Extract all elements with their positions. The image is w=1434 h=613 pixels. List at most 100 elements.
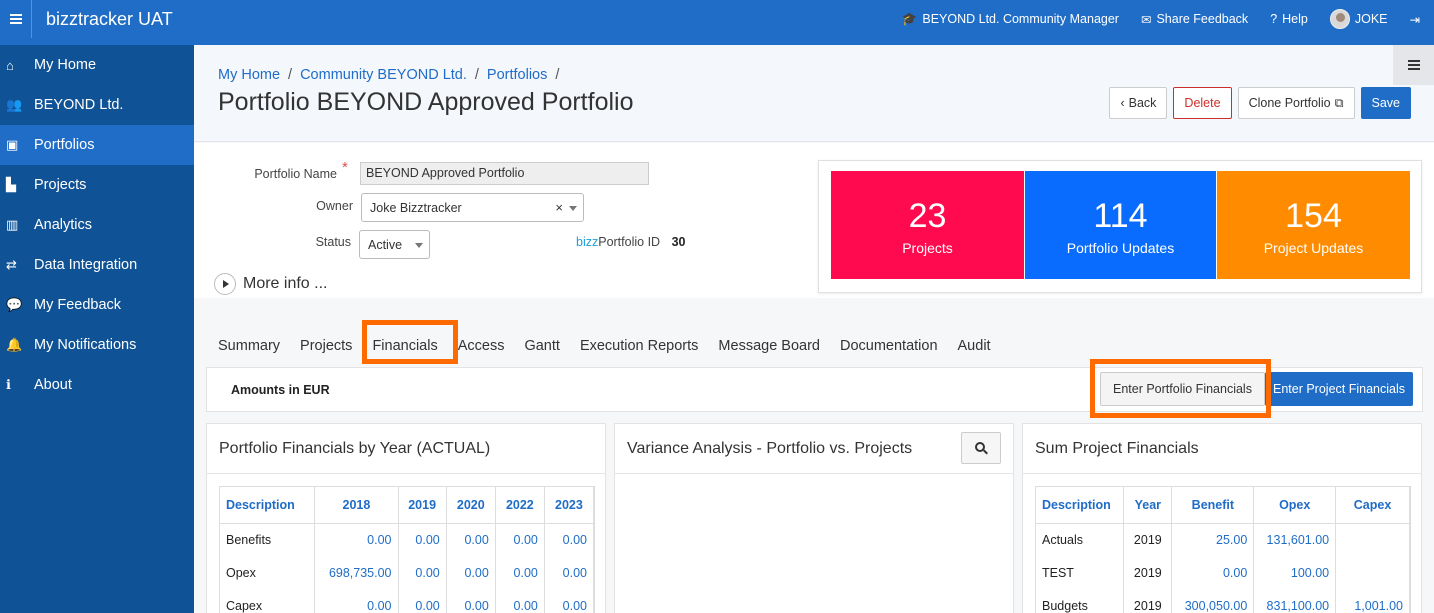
owner-value: Joke Bizztracker [370, 201, 462, 215]
table-cell: TEST [1036, 556, 1125, 589]
table-cell[interactable]: 0.00 [1171, 556, 1255, 589]
table-cell[interactable]: 0.00 [495, 556, 545, 589]
home-icon: ⌂ [6, 57, 14, 73]
owner-select[interactable]: Joke Bizztracker × [361, 193, 584, 222]
tab-audit[interactable]: Audit [948, 327, 1001, 365]
table-cell[interactable]: 1,001.00 [1335, 589, 1410, 613]
table-cell[interactable]: 0.00 [446, 556, 496, 589]
portfolio-name-field[interactable]: BEYOND Approved Portfolio [360, 162, 649, 185]
back-button[interactable]: ‹ Back [1109, 87, 1168, 119]
enter-portfolio-financials-highlight [1090, 359, 1271, 418]
sidebar-item-portfolios[interactable]: ▣ Portfolios [0, 125, 194, 165]
table-cell[interactable]: 300,050.00 [1171, 589, 1255, 613]
tab-summary[interactable]: Summary [208, 327, 290, 365]
community-manager-link[interactable]: 🎓 BEYOND Ltd. Community Manager [902, 12, 1119, 27]
column-header[interactable]: Description [1036, 487, 1125, 524]
column-header[interactable]: Benefit [1171, 487, 1255, 524]
save-button[interactable]: Save [1360, 87, 1411, 119]
tab-gantt[interactable]: Gantt [514, 327, 569, 365]
page-menu-button[interactable] [1393, 45, 1434, 85]
column-header[interactable]: Year [1123, 487, 1173, 524]
table-cell[interactable] [1335, 523, 1410, 556]
column-header[interactable]: Opex [1253, 487, 1337, 524]
column-header[interactable]: Capex [1335, 487, 1410, 524]
sidebar-item-my-home[interactable]: ⌂ My Home [0, 45, 194, 85]
status-select[interactable]: Active [359, 230, 430, 259]
tab-execution-reports[interactable]: Execution Reports [570, 327, 708, 365]
share-feedback-label: Share Feedback [1156, 12, 1249, 26]
sidebar-item-data-integration[interactable]: ⇄ Data Integration [0, 245, 194, 285]
tab-bar: Summary Projects Financials Access Gantt… [208, 327, 1001, 365]
column-header[interactable]: 2023 [544, 487, 594, 524]
portfolio-id: bizzPortfolio ID 30 [576, 235, 685, 249]
table-cell[interactable]: 25.00 [1171, 523, 1255, 556]
table-cell[interactable]: 0.00 [398, 589, 447, 613]
clear-icon[interactable]: × [555, 200, 563, 215]
table-cell[interactable]: 0.00 [314, 589, 399, 613]
hamburger-icon [10, 18, 22, 20]
table-cell[interactable]: 131,601.00 [1253, 523, 1337, 556]
clone-portfolio-button[interactable]: Clone Portfolio ⧉ [1237, 87, 1355, 119]
app-title[interactable]: bizztracker UAT [46, 9, 173, 30]
stats-card: 23 Projects 114 Portfolio Updates 154 Pr… [818, 160, 1422, 293]
stat-label: Projects [902, 240, 953, 256]
sidebar-item-analytics[interactable]: ▥ Analytics [0, 205, 194, 245]
table-cell[interactable]: 0.00 [544, 589, 594, 613]
help-link[interactable]: ? Help [1270, 12, 1308, 26]
search-icon [975, 442, 985, 452]
delete-label: Delete [1184, 96, 1221, 110]
table-cell: 2019 [1123, 523, 1173, 556]
table-cell[interactable]: 0.00 [495, 523, 545, 556]
copy-icon: ⧉ [1334, 95, 1344, 110]
stat-project-updates[interactable]: 154 Project Updates [1217, 171, 1410, 279]
column-header[interactable]: 2020 [446, 487, 496, 524]
sidebar-item-label: BEYOND Ltd. [34, 97, 124, 113]
column-header[interactable]: 2018 [314, 487, 399, 524]
sidebar-item-projects[interactable]: ▙ Projects [0, 165, 194, 205]
user-menu[interactable]: JOKE [1329, 9, 1388, 29]
tab-message-board[interactable]: Message Board [708, 327, 830, 365]
stat-portfolio-updates[interactable]: 114 Portfolio Updates [1025, 171, 1216, 279]
table-cell[interactable]: 831,100.00 [1253, 589, 1337, 613]
more-info-toggle[interactable]: More info ... [214, 273, 327, 295]
breadcrumb-my-home[interactable]: My Home [218, 67, 280, 83]
sidebar-item-my-feedback[interactable]: 💬 My Feedback [0, 285, 194, 325]
more-info-label: More info ... [243, 275, 328, 292]
column-header[interactable]: 2022 [495, 487, 545, 524]
stat-projects[interactable]: 23 Projects [831, 171, 1024, 279]
enter-project-financials-button[interactable]: Enter Project Financials [1265, 372, 1413, 406]
table-cell[interactable]: 0.00 [446, 589, 496, 613]
panel-divider [207, 473, 605, 474]
table-cell[interactable]: 0.00 [544, 556, 594, 589]
column-header[interactable]: 2019 [398, 487, 447, 524]
table-cell[interactable]: 0.00 [398, 523, 447, 556]
tab-documentation[interactable]: Documentation [830, 327, 948, 365]
table-cell[interactable] [1335, 556, 1410, 589]
logout-button[interactable]: ⇥ [1410, 12, 1420, 27]
table-cell[interactable]: 0.00 [314, 523, 399, 556]
table-cell[interactable]: 0.00 [544, 523, 594, 556]
sidebar-item-beyond-ltd[interactable]: 👥 BEYOND Ltd. [0, 85, 194, 125]
table-cell[interactable]: 0.00 [495, 589, 545, 613]
column-header[interactable]: Description [220, 487, 316, 524]
share-feedback-link[interactable]: ✉ Share Feedback [1141, 12, 1248, 27]
table-cell[interactable]: 0.00 [446, 523, 496, 556]
table-row: Actuals 2019 25.00 131,601.00 [1036, 523, 1410, 556]
sidebar-item-my-notifications[interactable]: 🔔 My Notifications [0, 325, 194, 365]
table-cell: 2019 [1123, 556, 1173, 589]
sidebar-item-about[interactable]: ℹ About [0, 365, 194, 405]
panel-title: Sum Project Financials [1035, 440, 1199, 457]
breadcrumb-portfolios[interactable]: Portfolios [487, 67, 547, 83]
tab-projects[interactable]: Projects [290, 327, 362, 365]
portfolio-financials-table: Description 2018 2019 2020 2022 2023 Ben… [220, 487, 594, 613]
panel-title: Variance Analysis - Portfolio vs. Projec… [627, 440, 913, 457]
table-cell[interactable]: 0.00 [398, 556, 447, 589]
breadcrumb-community[interactable]: Community BEYOND Ltd. [300, 67, 467, 83]
delete-button[interactable]: Delete [1173, 87, 1232, 119]
table-cell[interactable]: 100.00 [1253, 556, 1337, 589]
menu-toggle-button[interactable] [0, 0, 32, 38]
search-button[interactable] [961, 432, 1001, 464]
table-cell[interactable]: 698,735.00 [314, 556, 399, 589]
briefcase-icon: ▣ [6, 137, 19, 152]
table-cell: 2019 [1123, 589, 1173, 613]
